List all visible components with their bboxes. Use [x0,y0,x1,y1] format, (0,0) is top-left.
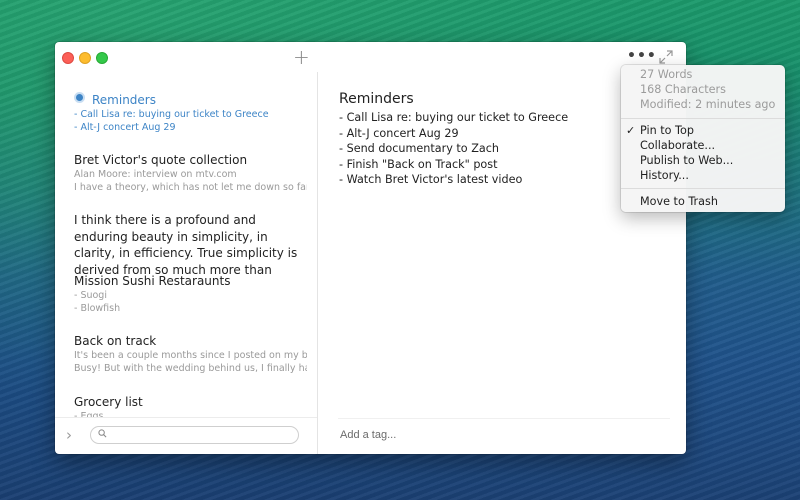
menu-item-history[interactable]: History... [621,168,785,183]
character-count: 168 Characters [640,83,726,96]
editor-line[interactable]: - Watch Bret Victor's latest video [339,172,666,188]
sidebar-footer: › [55,417,317,454]
checkmark-icon: ✓ [626,124,636,137]
note-list-item[interactable]: Grocery list - Eggs [74,394,307,418]
note-preview: - Blowfish [74,303,121,314]
note-title: I think there is a profound and enduring… [74,213,298,277]
modified-time: Modified: 2 minutes ago [640,98,776,111]
menu-separator [621,118,785,119]
word-count: 27 Words [640,68,693,81]
note-list-item[interactable]: Mission Sushi Restaraunts - Suogi - Blow… [74,273,307,315]
editor-line[interactable]: - Finish "Back on Track" post [339,157,666,173]
notes-window: + ••• Reminders - Call Lisa re: buying o… [55,42,686,454]
editor-content[interactable]: Reminders - Call Lisa re: buying our tic… [339,90,666,188]
note-preview: It's been a couple months since I posted… [74,350,307,361]
zoom-window-button[interactable] [96,52,108,64]
add-tag-input[interactable] [340,429,640,441]
note-preview: Alan Moore: interview on mtv.com [74,169,237,180]
note-title: Mission Sushi Restaraunts [74,274,231,288]
editor-title[interactable]: Reminders [339,90,666,109]
note-list-item[interactable]: Bret Victor's quote collection Alan Moor… [74,152,307,194]
minimize-window-button[interactable] [79,52,91,64]
note-list-item[interactable]: Reminders - Call Lisa re: buying our tic… [74,92,307,134]
note-list: Reminders - Call Lisa re: buying our tic… [55,72,317,418]
pinned-icon [74,92,85,103]
new-note-button[interactable]: + [293,47,310,67]
menu-separator [621,188,785,189]
search-input[interactable] [113,427,293,443]
note-title: Back on track [74,334,157,348]
chevron-right-icon[interactable]: › [66,426,72,444]
note-title: Grocery list [74,395,143,409]
tag-divider [338,418,670,419]
menu-item-pin-to-top[interactable]: ✓ Pin to Top [621,123,785,138]
search-icon [98,429,107,438]
note-preview: - Suogi [74,290,107,301]
tag-bar [318,418,686,454]
menu-item-label: Pin to Top [640,124,694,137]
search-field[interactable] [90,426,299,444]
close-window-button[interactable] [62,52,74,64]
note-preview: - Call Lisa re: buying our ticket to Gre… [74,109,269,120]
note-actions-menu: 27 Words 168 Characters Modified: 2 minu… [621,65,785,212]
note-title: Bret Victor's quote collection [74,153,248,167]
note-preview: - Alt-J concert Aug 29 [74,122,176,133]
note-actions-button[interactable]: ••• [627,48,657,64]
menu-item-collaborate[interactable]: Collaborate... [621,138,785,153]
note-title: Reminders [92,93,156,107]
menu-item-publish-to-web[interactable]: Publish to Web... [621,153,785,168]
title-bar: + ••• [55,42,686,72]
expand-icon[interactable] [658,49,674,65]
note-preview: Busy! But with the wedding behind us, I … [74,363,307,374]
note-list-sidebar: Reminders - Call Lisa re: buying our tic… [55,72,318,454]
note-preview: I have a theory, which has not let me do… [74,182,307,193]
note-list-item[interactable]: I think there is a profound and enduring… [74,212,307,278]
menu-item-move-to-trash[interactable]: Move to Trash [621,194,785,209]
editor-line[interactable]: - Alt-J concert Aug 29 [339,126,666,142]
editor-line[interactable]: - Send documentary to Zach [339,141,666,157]
note-list-item[interactable]: Back on track It's been a couple months … [74,333,307,375]
editor-line[interactable]: - Call Lisa re: buying our ticket to Gre… [339,110,666,126]
